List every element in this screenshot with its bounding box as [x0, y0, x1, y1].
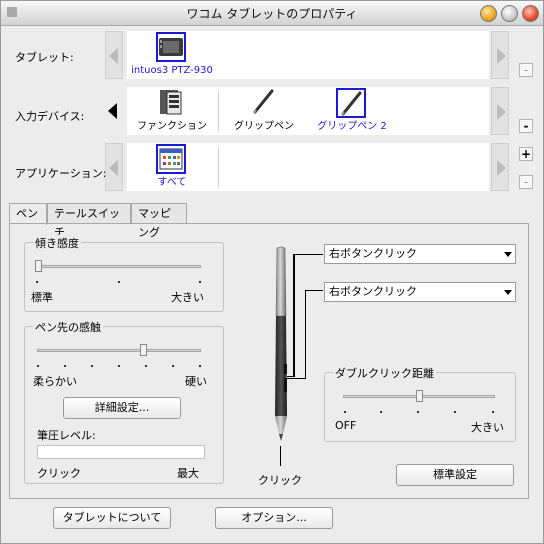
- chevron-down-icon: [504, 290, 512, 295]
- grip-pen-2-item[interactable]: グリップペン 2: [307, 87, 397, 135]
- details-button[interactable]: 詳細設定...: [63, 397, 181, 419]
- tablet-scroll-left-button[interactable]: [105, 31, 123, 79]
- double-click-min-label: OFF: [335, 419, 357, 432]
- remove-application-button[interactable]: -: [519, 175, 533, 189]
- lower-button-connector: [305, 290, 306, 378]
- input-device-scroll-right-button[interactable]: [491, 87, 509, 135]
- slider-tick: [380, 411, 382, 413]
- double-click-slider[interactable]: [416, 390, 423, 402]
- tip-feel-slider-track: [37, 349, 201, 352]
- tip-feel-min-label: 柔らかい: [33, 375, 77, 388]
- upper-button-connector: [287, 376, 295, 377]
- lower-button-select[interactable]: 右ボタンクリック: [324, 282, 516, 302]
- tip-feel-group: ペン先の感触 柔らかい 硬い 詳細設定... 筆圧レベル: クリック 最大: [24, 319, 224, 484]
- tilt-slider-track: [35, 265, 201, 268]
- application-strip: すべて: [127, 143, 489, 191]
- pen-tab-panel: 傾き感度 標準 大きい ペン先の感触 柔らかい 硬い 詳細設定... 筆圧レベル…: [9, 223, 529, 499]
- application-row-label: アプリケーション:: [15, 167, 107, 180]
- pressure-level-bar: [37, 445, 205, 459]
- slider-tick: [118, 281, 120, 283]
- slider-tick: [64, 365, 66, 367]
- tablet-icon: [156, 32, 186, 62]
- upper-button-select[interactable]: 右ボタンクリック: [324, 244, 516, 264]
- lower-button-connector: [305, 290, 323, 291]
- tab-mapping[interactable]: マッピング: [131, 203, 187, 239]
- defaults-button[interactable]: 標準設定: [396, 464, 514, 486]
- about-tablet-button[interactable]: タブレットについて: [53, 507, 171, 529]
- grip-pen-2-item-caption: グリップペン 2: [317, 121, 387, 132]
- all-apps-item[interactable]: すべて: [127, 143, 217, 191]
- pen-tip-label: クリック: [258, 474, 302, 487]
- title-bar[interactable]: ワコム タブレットのプロパティ: [1, 1, 543, 26]
- tablet-item-caption: intuos3 PTZ-930: [131, 65, 213, 76]
- tablet-strip: intuos3 PTZ-930: [127, 31, 489, 79]
- function-keys-icon: [156, 88, 186, 118]
- tablet-item[interactable]: intuos3 PTZ-930: [127, 31, 217, 79]
- tilt-sensitivity-group: 傾き感度 標準 大きい: [24, 235, 224, 312]
- double-click-distance-title: ダブルクリック距離: [333, 365, 436, 381]
- pressure-max-label: 最大: [177, 467, 199, 480]
- lower-button-value: 右ボタンクリック: [329, 285, 417, 298]
- slider-tick: [417, 411, 419, 413]
- all-apps-icon: [156, 144, 186, 174]
- tip-feel-slider[interactable]: [140, 344, 147, 356]
- slider-tick: [36, 281, 38, 283]
- slider-tick: [118, 365, 120, 367]
- slider-tick: [91, 365, 93, 367]
- tablet-row-label: タブレット:: [15, 51, 74, 64]
- tilt-max-label: 大きい: [171, 291, 204, 304]
- tilt-slider[interactable]: [35, 260, 42, 272]
- slider-tick: [199, 281, 201, 283]
- lower-button-connector: [287, 378, 306, 379]
- slider-tick: [199, 365, 201, 367]
- chevron-down-icon: [504, 252, 512, 257]
- pen-illustration: [266, 246, 296, 442]
- input-device-scroll-left-button[interactable]: [105, 87, 123, 135]
- grip-pen-item[interactable]: グリップペン: [219, 87, 309, 135]
- slider-tick: [492, 411, 494, 413]
- slider-tick: [145, 365, 147, 367]
- double-click-max-label: 大きい: [471, 421, 504, 434]
- tip-connector: [280, 446, 281, 466]
- upper-button-connector: [293, 254, 295, 376]
- function-item-caption: ファンクション: [137, 121, 207, 132]
- all-apps-item-caption: すべて: [157, 177, 187, 188]
- function-item[interactable]: ファンクション: [127, 87, 217, 135]
- item-separator: [218, 147, 219, 187]
- zoom-button[interactable]: [501, 5, 518, 22]
- options-button[interactable]: オプション...: [215, 507, 333, 529]
- remove-tablet-button[interactable]: -: [519, 63, 533, 77]
- slider-tick: [344, 411, 346, 413]
- slider-tick: [37, 365, 39, 367]
- grip-pen-item-caption: グリップペン: [234, 121, 294, 132]
- pressure-level-label: 筆圧レベル:: [37, 429, 96, 442]
- tilt-min-label: 標準: [31, 291, 53, 304]
- tip-feel-title: ペン先の感触: [33, 319, 103, 335]
- input-device-strip: ファンクション グリップペン グリップペン 2: [127, 87, 489, 135]
- tab-tail-switch[interactable]: テールスイッチ: [47, 203, 131, 239]
- pen-icon: [248, 88, 278, 118]
- tablet-scroll-right-button[interactable]: [491, 31, 509, 79]
- tilt-sensitivity-title: 傾き感度: [33, 235, 81, 251]
- pressure-min-label: クリック: [37, 467, 81, 480]
- tab-pen[interactable]: ペン: [9, 203, 47, 225]
- properties-window: ワコム タブレットのプロパティ タブレット: intuos3 PTZ-930 -…: [0, 0, 544, 544]
- window-title: ワコム タブレットのプロパティ: [186, 7, 358, 21]
- remove-input-device-button[interactable]: -: [519, 119, 533, 133]
- upper-button-value: 右ボタンクリック: [329, 247, 417, 260]
- slider-tick: [454, 411, 456, 413]
- upper-button-connector: [293, 254, 323, 255]
- close-button[interactable]: [522, 5, 539, 22]
- slider-tick: [172, 365, 174, 367]
- minimize-button[interactable]: [480, 5, 497, 22]
- application-scroll-right-button[interactable]: [491, 143, 509, 191]
- tip-feel-max-label: 硬い: [185, 375, 207, 388]
- application-scroll-left-button[interactable]: [105, 143, 123, 191]
- add-application-button[interactable]: +: [519, 147, 533, 161]
- double-click-distance-group: ダブルクリック距離 OFF 大きい: [324, 365, 516, 442]
- input-device-row-label: 入力デバイス:: [15, 110, 85, 123]
- pen-icon: [336, 88, 366, 118]
